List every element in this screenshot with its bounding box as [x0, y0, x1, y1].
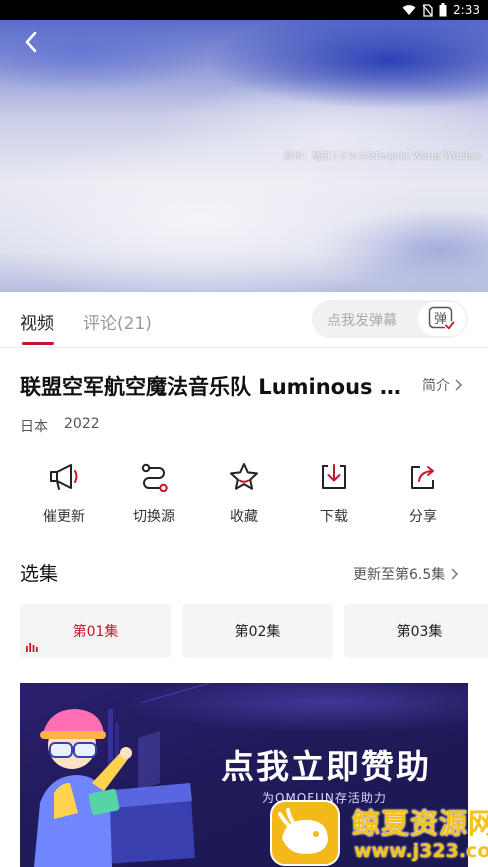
action-label: 切换源 — [133, 509, 175, 525]
back-arrow-icon[interactable] — [18, 28, 46, 56]
share-button[interactable]: 分享 — [378, 460, 468, 526]
episode-item[interactable]: 第03集 — [344, 604, 488, 658]
banner-headline: 点我立即赞助 — [221, 747, 431, 786]
star-icon — [230, 463, 258, 490]
danmaku-input[interactable]: 点我发弹幕 弹 — [312, 300, 468, 338]
now-playing-icon — [26, 643, 38, 652]
tab-comments[interactable]: 评论(21) — [83, 309, 152, 334]
show-title: 联盟空军航空魔法音乐队 Luminous Witches — [20, 375, 410, 399]
tab-video[interactable]: 视频 — [20, 309, 54, 334]
watermark-url: www.j323.com — [354, 840, 488, 862]
battery-icon — [439, 3, 447, 17]
download-icon — [322, 464, 346, 489]
tabs-row: 视频 评论(21) 点我发弹幕 弹 — [0, 292, 488, 348]
episodes-update-text: 更新至第6.5集 — [353, 567, 446, 583]
action-bar: 催更新 切换源 收藏 下载 分享 — [0, 460, 488, 530]
switch-source-icon — [141, 463, 168, 492]
intro-label: 简介 — [422, 378, 450, 394]
action-label: 分享 — [409, 509, 437, 525]
whale-logo-icon — [270, 800, 340, 866]
danmaku-placeholder: 点我发弹幕 — [327, 313, 397, 329]
show-meta: 日本 2022 — [20, 416, 100, 436]
episode-label: 第01集 — [72, 624, 119, 640]
episode-label: 第03集 — [396, 624, 443, 640]
action-label: 下载 — [320, 509, 348, 525]
episodes-update-link[interactable]: 更新至第6.5集 — [353, 564, 460, 584]
chevron-right-icon — [451, 568, 459, 580]
episode-item[interactable]: 第02集 — [182, 604, 333, 658]
intro-link[interactable]: 简介 — [422, 375, 464, 395]
wifi-icon — [402, 5, 416, 15]
favorite-button[interactable]: 收藏 — [199, 460, 289, 526]
status-bar: 2:33 — [0, 0, 488, 20]
action-label: 催更新 — [43, 509, 85, 525]
episode-list[interactable]: 第01集 第02集 第03集 — [20, 604, 488, 658]
megaphone-icon — [50, 464, 78, 490]
video-player[interactable]: 原作：島田フミカネ&Projekt World Witches — [0, 20, 488, 292]
action-label: 收藏 — [230, 509, 258, 525]
switch-source-button[interactable]: 切换源 — [109, 460, 199, 526]
watermark-name: 鲸夏资源网 — [352, 807, 488, 840]
episodes-heading: 选集 — [20, 563, 59, 585]
video-caption: 原作：島田フミカネ&Projekt World Witches — [284, 152, 482, 162]
share-icon — [411, 466, 434, 489]
banner-illustration — [34, 683, 211, 867]
site-watermark: 鲸夏资源网 www.j323.com — [270, 800, 488, 867]
status-time: 2:33 — [453, 3, 480, 17]
remind-update-button[interactable]: 催更新 — [19, 460, 109, 526]
active-tab-indicator — [22, 342, 54, 345]
danmaku-on-icon: 弹 — [428, 306, 455, 331]
show-region: 日本 — [20, 419, 48, 435]
episode-item[interactable]: 第01集 — [20, 604, 171, 658]
download-button[interactable]: 下载 — [289, 460, 379, 526]
danmaku-toggle-button[interactable]: 弹 — [418, 302, 466, 336]
no-sim-icon — [422, 3, 433, 17]
show-year: 2022 — [64, 416, 100, 432]
episode-label: 第02集 — [234, 624, 281, 640]
chevron-right-icon — [455, 379, 463, 391]
